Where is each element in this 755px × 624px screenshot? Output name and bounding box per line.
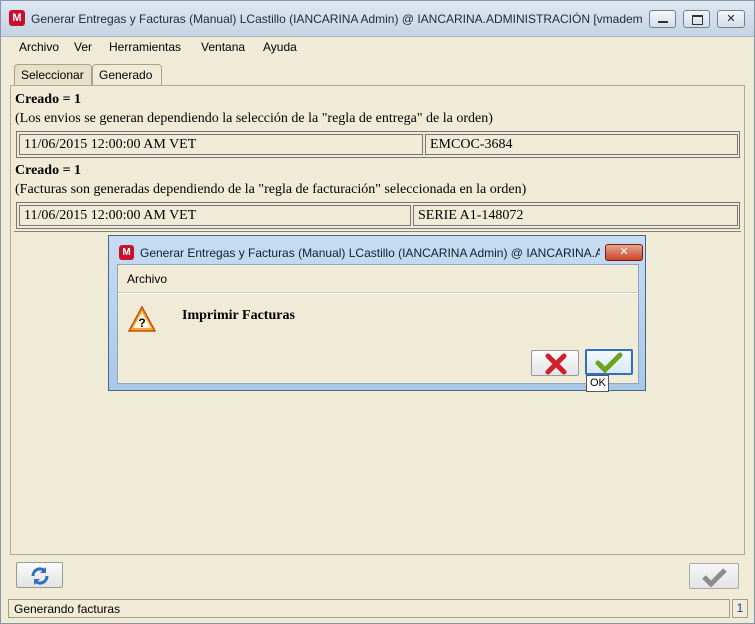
checkmark-icon [702, 568, 727, 588]
menu-herramientas[interactable]: Herramientas [109, 40, 181, 54]
result-row-shipments: 11/06/2015 12:00:00 AM VET EMCOC-3684 [16, 131, 740, 158]
result-description-shipments: (Los envios se generan dependiendo la se… [15, 111, 493, 126]
red-x-icon [545, 353, 567, 375]
ok-button[interactable] [585, 349, 633, 375]
title-bar[interactable]: M Generar Entregas y Facturas (Manual) L… [1, 1, 754, 37]
warning-icon: ? [128, 306, 156, 332]
window-title: Generar Entregas y Facturas (Manual) LCa… [31, 12, 643, 26]
results-panel: Creado = 1 (Los envios se generan depend… [14, 92, 741, 232]
menu-archivo[interactable]: Archivo [19, 40, 59, 54]
menu-ayuda[interactable]: Ayuda [263, 40, 297, 54]
result-row-invoices: 11/06/2015 12:00:00 AM VET SERIE A1-1480… [16, 202, 740, 229]
status-count[interactable]: 1 [732, 599, 748, 618]
app-logo-icon: M [9, 10, 25, 26]
dialog-menu-bar: Archivo [118, 265, 638, 293]
dialog-close-button[interactable]: ✕ [605, 244, 643, 261]
cancel-button[interactable] [531, 350, 579, 376]
status-bar: Generando facturas [8, 599, 730, 618]
ok-tooltip: OK [586, 375, 609, 392]
print-dialog: M Generar Entregas y Facturas (Manual) L… [108, 235, 646, 391]
menu-bar: Archivo Ver Herramientas Ventana Ayuda [10, 37, 746, 59]
dialog-body: Archivo ? Imprimir Facturas [117, 264, 639, 384]
svg-text:?: ? [138, 316, 145, 330]
dialog-content: ? Imprimir Facturas [118, 294, 638, 383]
dialog-logo-icon: M [119, 245, 134, 260]
result-header-invoices: Creado = 1 [15, 163, 82, 178]
refresh-icon [31, 567, 49, 585]
result-date-cell: 11/06/2015 12:00:00 AM VET [19, 134, 423, 155]
process-ok-button[interactable] [689, 563, 739, 589]
dialog-message: Imprimir Facturas [182, 308, 295, 323]
result-document-cell: EMCOC-3684 [425, 134, 738, 155]
result-date-cell: 11/06/2015 12:00:00 AM VET [19, 205, 411, 226]
dialog-menu-archivo[interactable]: Archivo [127, 272, 167, 286]
result-document-cell: SERIE A1-148072 [413, 205, 738, 226]
tab-generado[interactable]: Generado [92, 64, 162, 86]
tab-seleccionar[interactable]: Seleccionar [14, 64, 92, 86]
refresh-button[interactable] [16, 562, 63, 588]
dialog-title: Generar Entregas y Facturas (Manual) LCa… [140, 246, 600, 260]
result-description-invoices: (Facturas son generadas dependiendo de l… [15, 182, 527, 197]
status-text: Generando facturas [14, 602, 121, 616]
maximize-button[interactable] [683, 10, 710, 28]
menu-ventana[interactable]: Ventana [201, 40, 245, 54]
green-check-icon [595, 352, 623, 374]
minimize-button[interactable] [649, 10, 676, 28]
menu-ver[interactable]: Ver [74, 40, 92, 54]
close-window-button[interactable] [717, 10, 745, 28]
result-header-shipments: Creado = 1 [15, 92, 82, 107]
